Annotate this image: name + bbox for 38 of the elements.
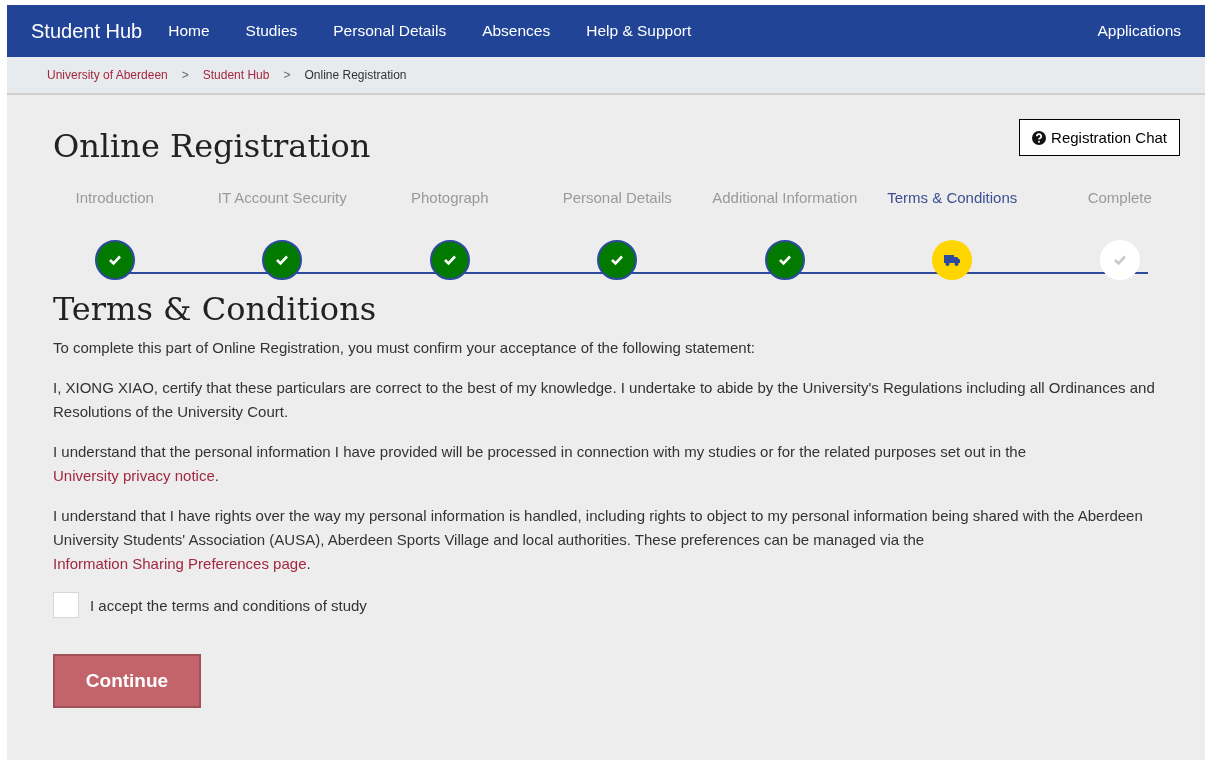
check-icon [1112,254,1127,266]
paragraph: I understand that the personal information I have provided will be processed in connection with my studies or for the related purposes set out in the University privacy notice. [53,442,1028,486]
paragraph: I, XIONG XIAO, certify that these particulars are correct to the best of my knowledge. I undertake to abide by the University's Regulations including all Ordinances and Resolutions of the University Court. [53,378,1156,422]
step-label: Complete [1087,189,1152,206]
check-icon [610,254,625,266]
breadcrumb-separator: > [181,68,189,82]
nav-link[interactable]: Help & Support [586,22,692,40]
nav-link[interactable]: Personal Details [333,22,447,40]
check-icon [442,254,457,266]
checkbox-label: I accept the terms and conditions of study [90,596,367,614]
check-icon [777,254,792,266]
accept-checkbox[interactable] [53,592,79,618]
section-title: Terms & Conditions [53,290,378,328]
truck-icon [944,254,961,266]
nav-link[interactable]: Studies [245,22,298,40]
text-link[interactable]: Information Sharing Preferences page [53,555,307,572]
nav-link[interactable]: Applications [1097,22,1181,40]
step-label: IT Account Security [217,189,347,206]
help-icon [1032,130,1047,145]
nav-link[interactable]: Absences [482,22,551,40]
paragraph: To complete this part of Online Registration, you must confirm your acceptance of the following statement: [53,338,756,358]
paragraph: I understand that I have rights over the way my personal information is handled, including rights to object to my personal information being shared with the Aberdeen University Students' Association (AUSA), Aberdeen Sports Village and local authorities. These preferences can be managed via the Information Sharing Preferences page. [53,506,1144,574]
breadcrumb-link[interactable]: Student Hub [202,68,270,82]
step-label: Personal Details [562,189,672,206]
step-label: Introduction [75,189,154,206]
breadcrumb-current: Online Registration [304,68,407,82]
step-label: Additional Information [712,189,858,206]
nav-link[interactable]: Home [168,22,210,40]
step-label: Terms & Conditions [887,189,1018,206]
text-link[interactable]: University privacy notice [53,467,215,484]
check-icon [275,254,290,266]
brand-link[interactable]: Student Hub [31,19,143,43]
check-icon [107,254,122,266]
breadcrumb-link[interactable]: University of Aberdeen [47,68,168,82]
step-label: Photograph [410,189,489,206]
page-title: Online Registration [53,127,371,165]
breadcrumb-separator: > [283,68,291,82]
registration-chat-button[interactable]: Registration Chat [1019,119,1180,156]
